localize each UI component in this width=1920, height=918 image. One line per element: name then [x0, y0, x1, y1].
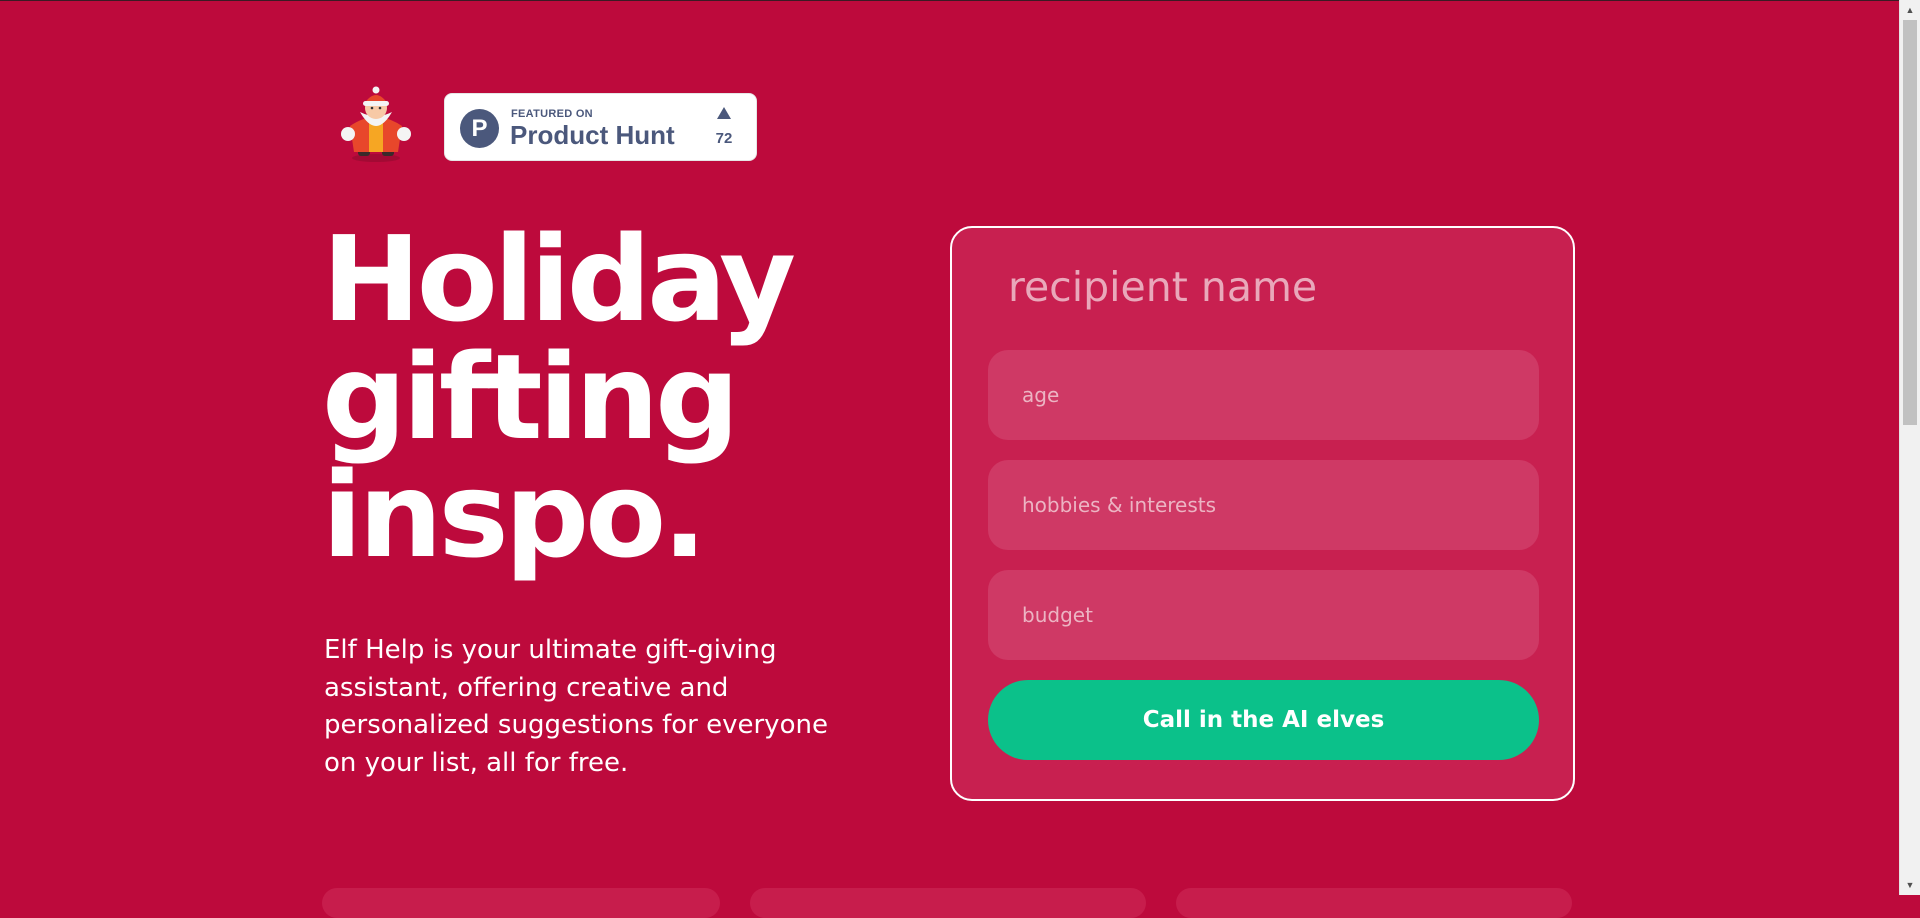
- product-hunt-featured-label: FEATURED ON: [511, 108, 593, 120]
- feature-card: [322, 888, 720, 918]
- hero-description: Elf Help is your ultimate gift-giving as…: [324, 635, 828, 778]
- vertical-scrollbar[interactable]: ▲ ▼: [1899, 0, 1920, 895]
- recipient-name-input[interactable]: [988, 258, 1528, 316]
- feature-card: [1176, 888, 1572, 918]
- elf-santa-icon[interactable]: [336, 86, 416, 162]
- gift-form: Call in the AI elves: [950, 226, 1575, 801]
- hero-title-line: inspo.: [322, 446, 707, 584]
- product-hunt-name: Product Hunt: [510, 120, 675, 150]
- scroll-up-arrow-icon[interactable]: ▲: [1900, 0, 1920, 20]
- hero-title: Holiday gifting inspo.: [322, 220, 796, 574]
- top-border: [0, 0, 1900, 1]
- submit-button[interactable]: Call in the AI elves: [988, 680, 1539, 760]
- scroll-down-arrow-icon[interactable]: ▼: [1900, 875, 1920, 895]
- upvote-arrow-icon: [717, 107, 731, 119]
- product-hunt-badge[interactable]: P FEATURED ON Product Hunt 72: [444, 93, 757, 161]
- budget-input[interactable]: [988, 570, 1539, 660]
- feature-card: [750, 888, 1146, 918]
- age-input[interactable]: [988, 350, 1539, 440]
- product-hunt-icon: P: [460, 109, 499, 148]
- hobbies-input[interactable]: [988, 460, 1539, 550]
- upvote-count: 72: [715, 130, 733, 147]
- scrollbar-thumb[interactable]: [1903, 20, 1917, 425]
